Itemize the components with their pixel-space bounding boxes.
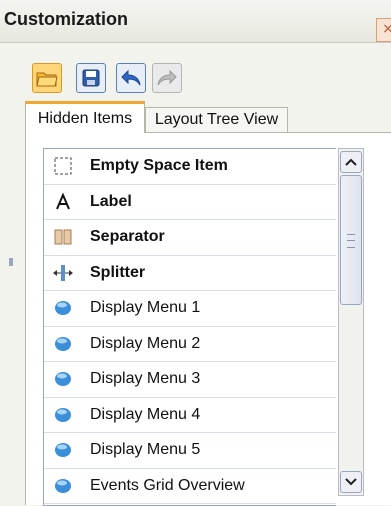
label-a-icon (56, 192, 70, 210)
floppy-disk-icon (82, 69, 100, 87)
undo-arrow-icon (121, 69, 141, 86)
list-item[interactable]: Splitter (44, 256, 336, 291)
folder-open-icon (36, 72, 58, 87)
close-button[interactable]: × (376, 18, 391, 42)
empty-space-icon (54, 157, 72, 175)
list-item[interactable]: Display Menu 1 (44, 291, 336, 327)
blue-ball-icon (55, 407, 71, 422)
splitter-grip-icon[interactable] (9, 258, 13, 266)
tab-label: Layout Tree View (154, 111, 279, 128)
close-icon: × (382, 21, 391, 37)
tab-layout-tree-view[interactable]: Layout Tree View (145, 107, 288, 133)
hidden-items-list[interactable]: Empty Space Item Label Separator Splitte… (43, 148, 336, 506)
list-item-label: Empty Space Item (90, 157, 228, 175)
blue-ball-icon (55, 301, 71, 316)
list-item[interactable]: Separator (44, 220, 336, 256)
open-button[interactable] (32, 63, 62, 93)
list-item[interactable]: Display Menu 3 (44, 362, 336, 398)
list-item-label: Display Menu 4 (90, 405, 201, 423)
tab-label: Hidden Items (37, 109, 133, 127)
blue-ball-icon (55, 336, 71, 351)
list-item[interactable]: Display Menu 2 (44, 327, 336, 362)
list-item[interactable]: Events Grid Overview (44, 469, 336, 504)
list-item-label: Display Menu 5 (90, 441, 201, 459)
scroll-grip-icon (347, 234, 355, 248)
scroll-down-button[interactable] (340, 471, 362, 493)
tab-hidden-items[interactable]: Hidden Items (25, 101, 145, 133)
list-item[interactable]: Display Menu 5 (44, 433, 336, 469)
list-item-label: Label (90, 192, 132, 210)
chevron-up-icon (345, 158, 357, 166)
list-item-label: Separator (90, 228, 165, 246)
blue-ball-icon (55, 478, 71, 493)
window-titlebar: Customization × (0, 0, 391, 43)
list-item-label: Splitter (90, 263, 146, 281)
scroll-up-button[interactable] (340, 151, 362, 173)
list-item[interactable]: Display Menu 4 (44, 398, 336, 433)
list-item-label: Display Menu 1 (90, 299, 201, 317)
list-scrollbar[interactable] (338, 148, 364, 496)
list-item[interactable]: Label (44, 185, 336, 220)
redo-arrow-icon (157, 69, 177, 86)
list-item[interactable]: Empty Space Item (44, 149, 336, 185)
redo-button[interactable] (152, 63, 182, 93)
separator-icon (54, 229, 72, 245)
window-title: Customization (4, 9, 128, 29)
blue-ball-icon (55, 443, 71, 458)
chevron-down-icon (345, 478, 357, 486)
scroll-thumb[interactable] (340, 175, 362, 305)
list-item-label: Display Menu 2 (90, 334, 201, 352)
undo-button[interactable] (116, 63, 146, 93)
splitter-icon (53, 264, 73, 281)
blue-ball-icon (55, 372, 71, 387)
list-item-label: Events Grid Overview (90, 476, 245, 494)
save-button[interactable] (76, 63, 106, 93)
list-item-label: Display Menu 3 (90, 370, 201, 388)
